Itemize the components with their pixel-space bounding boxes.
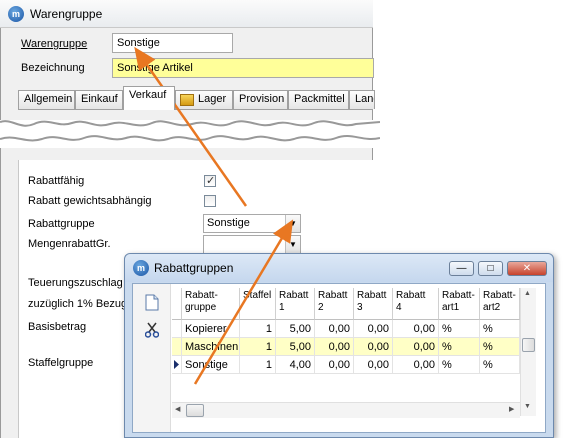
tab-verkauf[interactable]: Verkauf (123, 86, 175, 110)
arrow-to-rabattgruppe (193, 219, 294, 385)
annotation-arrows (134, 46, 294, 385)
arrow-to-warengruppe (134, 46, 248, 207)
